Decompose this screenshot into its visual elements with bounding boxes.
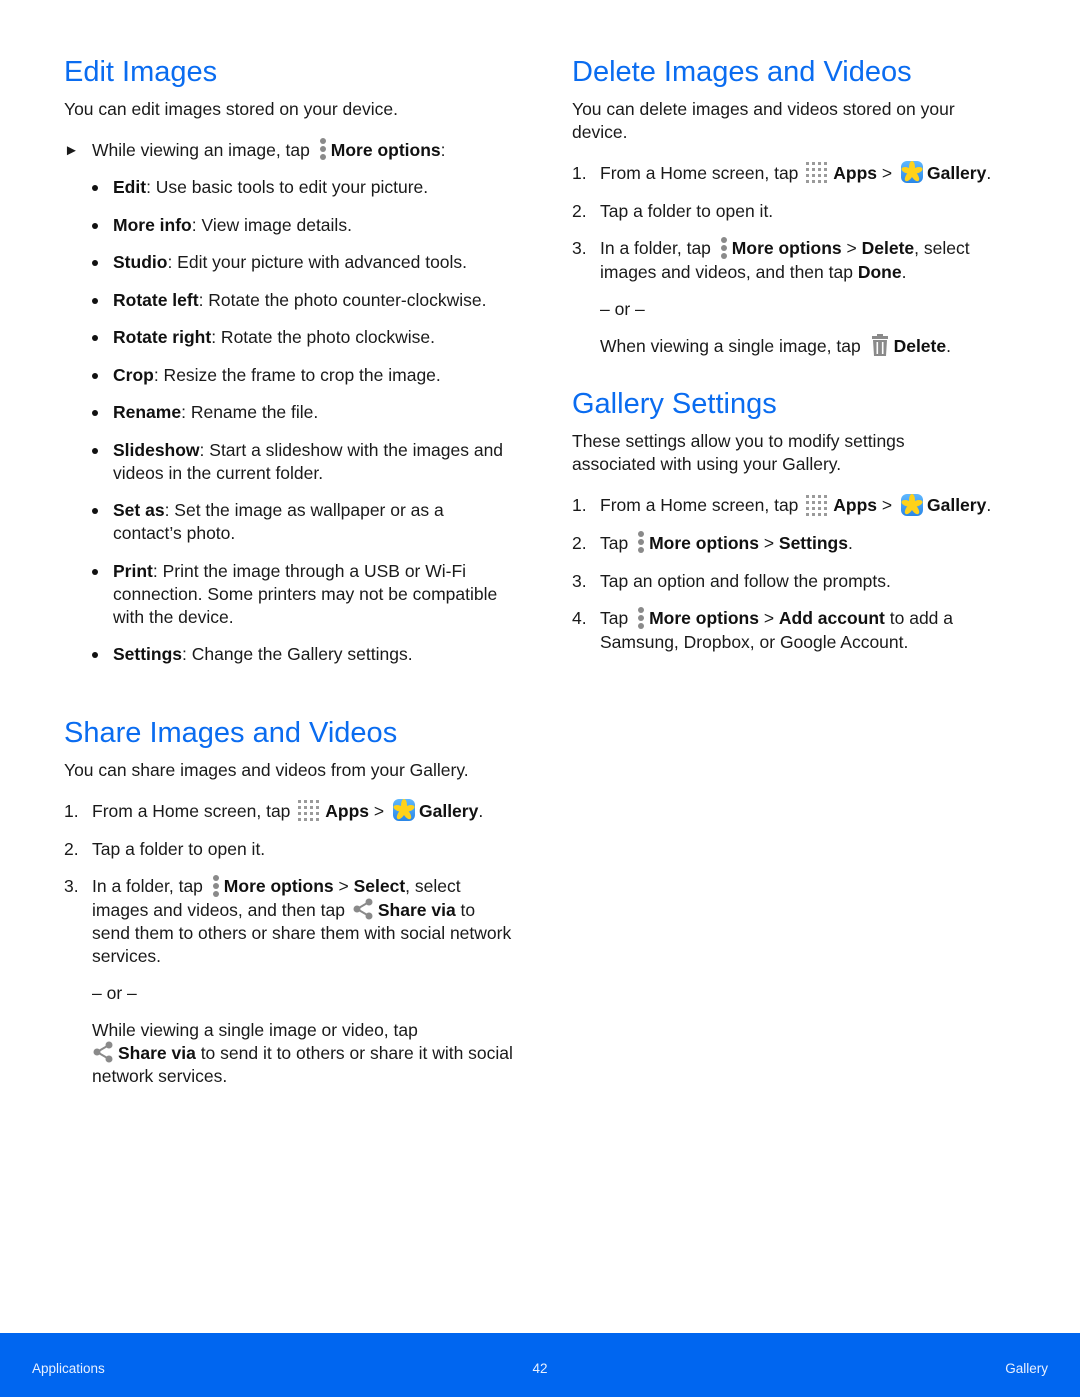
step-2: 2. Tap More options > Settings. bbox=[572, 531, 853, 554]
gallery-app-icon bbox=[900, 161, 923, 184]
or-divider: – or – bbox=[92, 983, 137, 1003]
gallery-settings-section: Gallery Settings These settings allow yo… bbox=[572, 384, 1022, 654]
section-intro: You can delete images and videos stored … bbox=[572, 99, 955, 142]
section-title: Share Images and Videos bbox=[64, 716, 398, 749]
section-title: Delete Images and Videos bbox=[572, 56, 912, 88]
step-3: 3. In a folder, tap More options > Selec… bbox=[64, 874, 513, 1087]
gallery-app-icon bbox=[392, 799, 415, 822]
delete-images-section: Delete Images and Videos You can delete … bbox=[572, 52, 1022, 358]
section-intro: You can share images and videos from you… bbox=[64, 759, 469, 780]
step-1: 1. From a Home screen, tap Apps > Galler… bbox=[572, 161, 992, 184]
step-2: 2. Tap a folder to open it. bbox=[64, 838, 266, 859]
bullet-icon bbox=[92, 372, 98, 379]
alternative-instruction: While viewing a single image or video, t… bbox=[92, 1020, 513, 1087]
option-item: Rotate right: Rotate the photo clockwise… bbox=[92, 326, 514, 349]
option-item: Print: Print the image through a USB or … bbox=[92, 560, 514, 629]
step-2: 2. Tap a folder to open it. bbox=[572, 200, 774, 221]
instruction: ► While viewing an image, tap More optio… bbox=[64, 138, 446, 161]
apps-grid-icon bbox=[805, 161, 829, 184]
trash-icon bbox=[870, 334, 890, 357]
more-options-icon bbox=[637, 531, 645, 554]
bullet-icon bbox=[92, 297, 98, 304]
option-item: Set as: Set the image as wallpaper or as… bbox=[92, 499, 514, 545]
step-1: 1. From a Home screen, tap Apps > Galler… bbox=[64, 799, 484, 822]
apps-grid-icon bbox=[805, 494, 829, 516]
step-3: 3. In a folder, tap More options > Delet… bbox=[572, 236, 1022, 358]
bullet-icon bbox=[92, 185, 98, 192]
triangle-arrow-icon: ► bbox=[64, 142, 79, 159]
page-footer: Applications 42 Gallery bbox=[0, 1333, 1080, 1397]
page-number: 42 bbox=[532, 1361, 548, 1376]
bullet-icon bbox=[92, 508, 98, 515]
bullet-icon bbox=[92, 222, 98, 229]
more-options-icon bbox=[319, 138, 327, 161]
share-icon bbox=[352, 898, 374, 920]
gallery-app-icon bbox=[900, 493, 923, 516]
section-intro: These settings allow you to modify setti… bbox=[572, 431, 905, 475]
option-item: Slideshow: Start a slideshow with the im… bbox=[92, 439, 514, 485]
share-images-section: Share Images and Videos You can share im… bbox=[64, 713, 514, 1089]
bullet-icon bbox=[92, 260, 98, 267]
more-options-icon bbox=[720, 236, 728, 259]
share-steps: 1. From a Home screen, tap Apps > Galler… bbox=[64, 799, 514, 1089]
bullet-icon bbox=[92, 447, 98, 454]
option-item: Edit: Use basic tools to edit your pictu… bbox=[92, 176, 514, 199]
bullet-icon bbox=[92, 335, 98, 342]
delete-steps: 1. From a Home screen, tap Apps > Galler… bbox=[572, 161, 1022, 358]
bullet-icon bbox=[92, 410, 98, 417]
left-column: Edit Images You can edit images stored o… bbox=[64, 52, 514, 1103]
footer-section: Gallery bbox=[1005, 1361, 1048, 1376]
edit-options-list: Edit: Use basic tools to edit your pictu… bbox=[64, 176, 514, 666]
edit-images-section: Edit Images You can edit images stored o… bbox=[64, 52, 514, 666]
section-title: Edit Images bbox=[64, 56, 218, 88]
section-intro: You can edit images stored on your devic… bbox=[64, 99, 399, 119]
option-item: Crop: Resize the frame to crop the image… bbox=[92, 364, 514, 387]
bullet-icon bbox=[92, 568, 98, 575]
or-divider: – or – bbox=[600, 298, 645, 319]
apps-grid-icon bbox=[297, 799, 321, 822]
option-item: Rotate left: Rotate the photo counter-cl… bbox=[92, 289, 514, 312]
option-item: Rename: Rename the file. bbox=[92, 401, 514, 424]
more-options-icon bbox=[212, 874, 220, 897]
option-item: Studio: Edit your picture with advanced … bbox=[92, 251, 514, 274]
bullet-icon bbox=[92, 652, 98, 659]
more-options-icon bbox=[637, 606, 645, 629]
section-title: Gallery Settings bbox=[572, 388, 777, 421]
settings-steps: 1. From a Home screen, tap Apps > Galler… bbox=[572, 493, 1022, 654]
right-column: Delete Images and Videos You can delete … bbox=[572, 52, 1022, 668]
option-item: Settings: Change the Gallery settings. bbox=[92, 643, 514, 666]
alternative-instruction: When viewing a single image, tap Delete. bbox=[600, 334, 951, 357]
share-icon bbox=[92, 1041, 114, 1063]
step-3: 3. Tap an option and follow the prompts. bbox=[572, 570, 891, 591]
step-4: 4. Tap More options > Add account to add… bbox=[572, 606, 954, 652]
step-1: 1. From a Home screen, tap Apps > Galler… bbox=[572, 493, 992, 516]
option-item: More info: View image details. bbox=[92, 214, 514, 237]
